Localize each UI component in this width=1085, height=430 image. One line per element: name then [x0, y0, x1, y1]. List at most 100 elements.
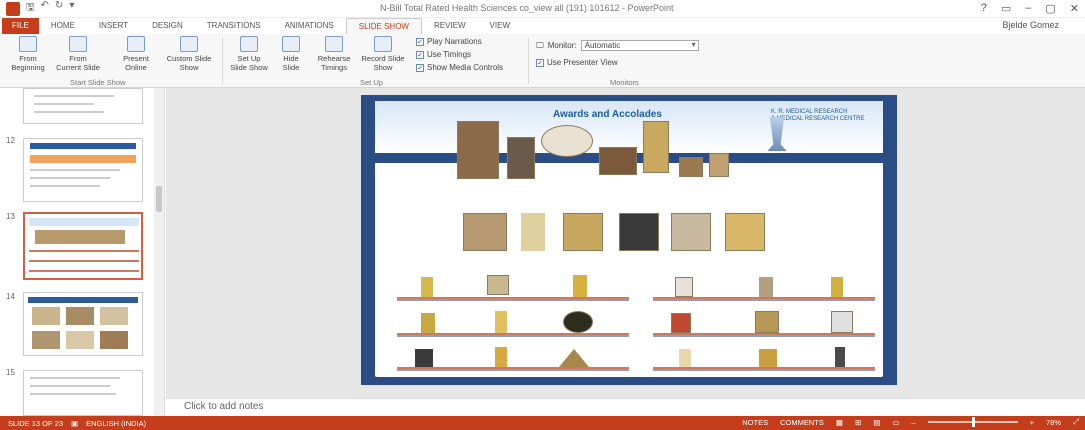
tab-design[interactable]: DESIGN [140, 18, 195, 34]
ribbon-display-options-icon[interactable]: ▭ [1001, 2, 1011, 15]
hide-slide-label: Hide Slide [282, 54, 300, 72]
award-frame [755, 311, 779, 333]
shelf [653, 333, 875, 337]
award-photo [457, 121, 499, 179]
scrollbar-thumb[interactable] [156, 186, 162, 212]
slide-title: Awards and Accolades [553, 109, 662, 120]
slide-thumbnail-12[interactable] [23, 138, 143, 202]
rehearse-timings-button[interactable]: Rehearse Timings [312, 36, 356, 72]
notes-pane[interactable]: Click to add notes [166, 398, 1085, 416]
award-photo [679, 157, 703, 177]
use-presenter-view-checkbox[interactable]: ✓ Use Presenter View [536, 58, 618, 67]
minimize-button[interactable]: – [1025, 2, 1031, 15]
comments-toggle-button[interactable]: COMMENTS [780, 418, 824, 427]
ribbon-slide-show: From Beginning From Current Slide Presen… [0, 34, 1085, 88]
save-icon[interactable]: 🖫 [26, 0, 35, 17]
award-frame [671, 313, 691, 333]
thumbnail-scrollbar[interactable] [154, 88, 164, 416]
checkbox-checked-icon: ✓ [416, 37, 424, 46]
zoom-level[interactable]: 78% [1046, 418, 1061, 427]
notes-toggle-button[interactable]: NOTES [742, 418, 768, 427]
award-photo [643, 121, 669, 173]
close-button[interactable]: ✕ [1070, 2, 1079, 15]
hide-slide-button[interactable]: Hide Slide [276, 36, 306, 72]
hide-slide-icon [282, 36, 300, 52]
signed-in-user[interactable]: Bjelde Gomez [1002, 20, 1059, 30]
tab-insert[interactable]: INSERT [87, 18, 140, 34]
language-indicator[interactable]: ENGLISH (INDIA) [86, 419, 146, 428]
brand-line-2: & MEDICAL RESEARCH CENTRE [771, 116, 865, 122]
checkbox-checked-icon: ✓ [416, 63, 424, 72]
present-online-button[interactable]: Present Online [114, 36, 158, 72]
slide-editor: Awards and Accolades K. R. MEDICAL RESEA… [166, 88, 1085, 416]
slide-thumbnail-pane: 12 13 14 15 [0, 88, 165, 416]
fit-slide-icon[interactable]: ⤢ [1073, 417, 1079, 427]
slide-thumbnail-15[interactable] [23, 370, 143, 416]
normal-view-icon[interactable]: ▦ [836, 418, 843, 427]
tab-review[interactable]: REVIEW [422, 18, 478, 34]
setup-label: Set Up Slide Show [230, 54, 268, 72]
award-plaque [563, 311, 593, 333]
customize-qat-icon[interactable]: ▾ [69, 0, 74, 17]
checkbox-checked-icon: ✓ [416, 50, 424, 59]
custom-slide-show-button[interactable]: Custom Slide Show [162, 36, 216, 72]
trophy-item [559, 349, 589, 367]
maximize-button[interactable]: ▢ [1045, 2, 1055, 15]
set-up-slide-show-button[interactable]: Set Up Slide Show [226, 36, 272, 72]
redo-icon[interactable]: ↻ [55, 0, 63, 17]
trophy-item [573, 275, 587, 297]
show-media-controls-checkbox[interactable]: ✓ Show Media Controls [416, 63, 503, 72]
from-current-slide-button[interactable]: From Current Slide [52, 36, 104, 72]
shelf [397, 297, 629, 301]
help-icon[interactable]: ? [981, 2, 987, 15]
play-narrations-label: Play Narrations [427, 37, 482, 46]
slide-thumbnail-14[interactable] [23, 292, 143, 356]
tab-animations[interactable]: ANIMATIONS [273, 18, 346, 34]
tab-slide-show[interactable]: SLIDE SHOW [345, 18, 422, 34]
award-photo [463, 213, 507, 251]
award-photo [619, 213, 659, 251]
window-controls: ? ▭ – ▢ ✕ [981, 2, 1079, 15]
undo-icon[interactable]: ↶ [41, 0, 49, 17]
reading-view-icon[interactable]: ▤ [873, 418, 880, 427]
award-plate [541, 125, 593, 157]
award-statue [521, 213, 545, 251]
present-online-icon [127, 36, 145, 52]
present-online-label: Present Online [123, 54, 149, 72]
zoom-slider-knob[interactable] [971, 417, 975, 427]
monitor-dropdown[interactable]: Automatic [580, 40, 699, 51]
slideshow-current-icon [69, 36, 87, 52]
slideshow-start-icon [19, 36, 37, 52]
slide-thumbnail-13[interactable] [23, 212, 143, 280]
tab-file[interactable]: FILE [2, 18, 39, 34]
custom-show-icon [180, 36, 198, 52]
award-photo [563, 213, 603, 251]
award-frame [831, 311, 853, 333]
slide-content: Awards and Accolades K. R. MEDICAL RESEA… [375, 101, 883, 377]
zoom-out-icon[interactable]: – [911, 418, 915, 427]
slide-thumbnail-11[interactable] [23, 88, 143, 124]
tab-home[interactable]: HOME [39, 18, 87, 34]
quick-access-toolbar: 🖫 ↶ ↻ ▾ [26, 0, 74, 17]
award-frame [675, 277, 693, 297]
tab-view[interactable]: VIEW [478, 18, 522, 34]
record-slide-show-button[interactable]: Record Slide Show [358, 36, 408, 72]
notes-placeholder[interactable]: Click to add notes [184, 401, 264, 412]
from-current-label: From Current Slide [56, 54, 100, 72]
ribbon-separator [528, 38, 529, 84]
ribbon-tabs: FILE HOME INSERT DESIGN TRANSITIONS ANIM… [0, 18, 1085, 34]
zoom-in-icon[interactable]: + [1030, 418, 1034, 427]
institute-brand: K. R. MEDICAL RESEARCH & MEDICAL RESEARC… [771, 109, 875, 123]
spellcheck-icon[interactable]: ▣ [71, 419, 78, 428]
record-icon [374, 36, 392, 52]
zoom-slider[interactable] [927, 417, 1018, 427]
trophy-item [759, 277, 773, 297]
play-narrations-checkbox[interactable]: ✓ Play Narrations [416, 37, 482, 46]
use-timings-checkbox[interactable]: ✓ Use Timings [416, 50, 471, 59]
trophy-item [835, 347, 845, 367]
slideshow-view-icon[interactable]: ▭ [892, 418, 899, 427]
tab-transitions[interactable]: TRANSITIONS [195, 18, 273, 34]
slide-sorter-icon[interactable]: ⊞ [855, 418, 861, 427]
from-beginning-button[interactable]: From Beginning [8, 36, 48, 72]
current-slide[interactable]: Awards and Accolades K. R. MEDICAL RESEA… [361, 95, 897, 385]
